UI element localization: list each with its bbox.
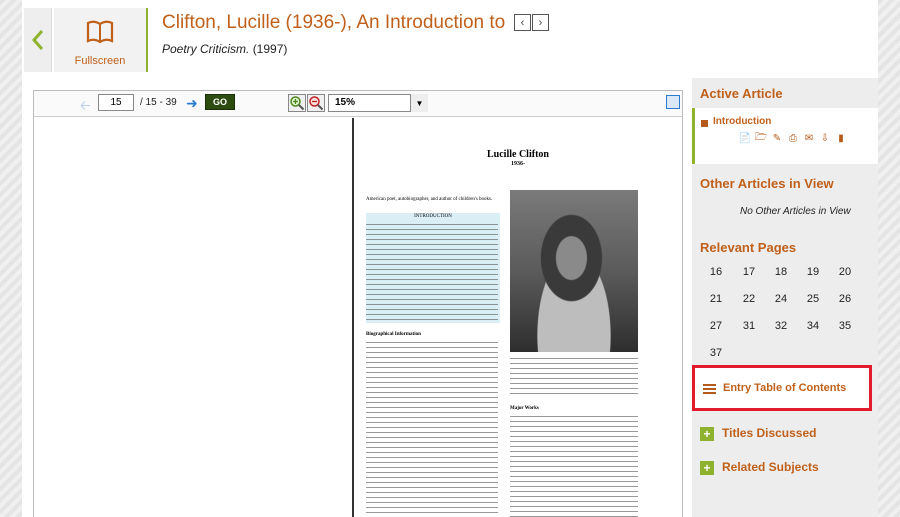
chevron-down-icon[interactable]: ▼ [410,94,428,112]
pdf-icon[interactable]: ✎ [771,132,783,145]
article-nav: ‹ › [514,14,550,31]
header-divider [146,8,148,72]
viewer-toolbar: 🡠 / 15 - 39 ➜ GO 15% ▼ [34,91,682,117]
page-link[interactable]: 21 [700,293,732,305]
bookmark-icon[interactable]: ▮ [835,132,847,145]
next-article-button[interactable]: › [532,14,549,31]
go-button[interactable]: GO [205,94,235,110]
page-number-input[interactable] [98,94,134,111]
right-background-stripe [878,0,900,517]
fullscreen-label: Fullscreen [74,55,126,67]
chevron-left-icon [31,30,43,50]
print-icon[interactable]: ⎙ [787,132,799,145]
article-tools: 📄 🗁 ✎ ⎙ ✉ ⇩ ▮ [739,132,847,145]
source-title: Poetry Criticism. [162,42,250,56]
document-intro-heading: INTRODUCTION [414,214,452,219]
document-bio-heading: Biographical Information [366,332,421,337]
right-sidebar: Active Article Introduction 📄 🗁 ✎ ⎙ ✉ ⇩ … [692,78,878,517]
document-page[interactable]: Lucille Clifton 1936- American poet, aut… [352,118,682,517]
fullscreen-button[interactable]: Fullscreen [54,8,146,72]
document-author-name: Lucille Clifton [487,149,549,160]
next-page-icon[interactable]: ➜ [186,95,198,112]
page-link[interactable]: 35 [829,320,861,332]
page-link[interactable]: 16 [700,266,732,278]
active-article-link[interactable]: Introduction [713,116,771,127]
source-year: (1997) [252,42,288,56]
page-title: Clifton, Lucille (1936-), An Introductio… [162,12,506,33]
document-major-heading: Major Works [510,406,539,411]
zoom-out-icon [309,96,324,111]
fit-page-icon[interactable] [666,95,680,109]
page-link[interactable]: 20 [829,266,861,278]
main-panel: Fullscreen Clifton, Lucille (1936-), An … [22,0,878,517]
entry-toc-button[interactable]: Entry Table of Contents [692,365,872,411]
expand-plus-icon[interactable]: + [700,461,714,475]
document-bio-text [366,342,498,517]
article-header: Fullscreen Clifton, Lucille (1936-), An … [22,0,878,80]
list-icon [703,384,716,395]
author-photo [510,190,638,352]
page-link[interactable]: 37 [700,347,732,359]
prev-page-icon[interactable]: 🡠 [80,97,91,119]
titles-discussed-link[interactable]: Titles Discussed [722,426,817,440]
left-background-stripe [0,0,22,517]
source-citation: Poetry Criticism. (1997) [162,42,287,56]
document-lead: American poet, autobiographer, and autho… [366,197,493,202]
page-link[interactable]: 31 [733,320,765,332]
active-article-item: Introduction 📄 🗁 ✎ ⎙ ✉ ⇩ ▮ [692,108,878,164]
document-intro-text [366,224,498,322]
document-viewer: 🡠 / 15 - 39 ➜ GO 15% ▼ Lucille Clifton 1… [33,90,683,517]
page-link[interactable]: 27 [700,320,732,332]
email-icon[interactable]: ✉ [803,132,815,145]
active-article-heading: Active Article [700,86,783,101]
page-link[interactable]: 25 [797,293,829,305]
back-button[interactable] [24,8,52,72]
page-range: / 15 - 39 [140,97,177,108]
document-major-text [510,416,638,517]
entry-toc-label: Entry Table of Contents [723,382,847,394]
book-icon [86,20,114,44]
download-icon[interactable]: ⇩ [819,132,831,145]
bullet-square-icon [701,120,708,127]
other-articles-empty: No Other Articles in View [740,206,851,217]
page-link[interactable]: 17 [733,266,765,278]
page-link[interactable]: 18 [765,266,797,278]
other-articles-heading: Other Articles in View [700,176,834,191]
document-icon[interactable]: 📄 [739,132,751,145]
zoom-out-button[interactable] [307,94,325,112]
related-subjects-link[interactable]: Related Subjects [722,460,819,474]
page-link[interactable]: 26 [829,293,861,305]
document-caption-text [510,358,638,398]
relevant-pages-heading: Relevant Pages [700,240,797,255]
page-link[interactable]: 19 [797,266,829,278]
prev-article-button[interactable]: ‹ [514,14,531,31]
folder-add-icon[interactable]: 🗁 [755,132,767,145]
page-link[interactable]: 34 [797,320,829,332]
document-blank-area [34,118,352,517]
zoom-in-button[interactable] [288,94,306,112]
page-link[interactable]: 22 [733,293,765,305]
document-author-year: 1936- [511,161,525,167]
page-link[interactable]: 32 [765,320,797,332]
expand-plus-icon[interactable]: + [700,427,714,441]
page-link[interactable]: 24 [765,293,797,305]
zoom-in-icon [290,96,305,111]
